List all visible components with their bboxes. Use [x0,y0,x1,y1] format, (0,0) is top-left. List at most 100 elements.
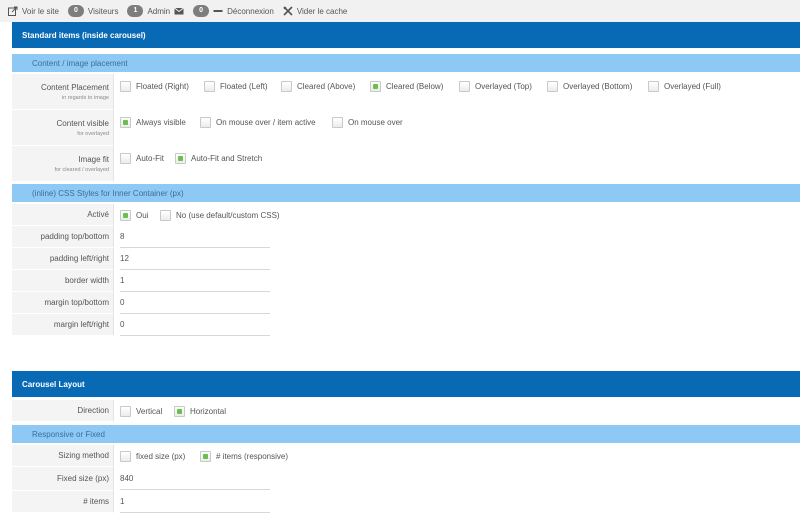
standard-items-header: Standard items (inside carousel) [12,22,800,48]
placement-checkbox-6[interactable] [648,81,659,92]
placement-option-cleared-below[interactable]: Cleared (Below) [370,81,459,92]
fixed-size-row: Fixed size (px) [12,467,800,491]
placement-option-label-5: Overlayed (Bottom) [563,82,633,91]
direction-label: Direction [12,400,114,422]
padding-top-bottom-row: padding top/bottom [12,226,800,248]
content-placement-label: Content Placement in regards to image [12,74,114,110]
direction-row: Direction Vertical Horizontal [12,400,800,422]
padding-left-right-input[interactable] [120,248,270,270]
padding-top-bottom-cell [114,226,800,248]
sizing-option-responsive[interactable]: # items (responsive) [200,450,289,462]
active-checkbox-0[interactable] [120,209,131,221]
fit-checkbox-0[interactable] [120,153,131,164]
placement-option-floated-right[interactable]: Floated (Right) [120,81,204,92]
image-fit-label-main: Image fit [78,154,109,164]
margin-top-bottom-input[interactable] [120,292,270,314]
direction-checkbox-1[interactable] [174,405,185,417]
responsive-fixed-subheader: Responsive or Fixed [12,425,800,443]
content-placement-row: Content Placement in regards to image Fl… [12,74,800,110]
visible-option-always[interactable]: Always visible [120,117,200,128]
padding-top-bottom-input[interactable] [120,226,270,248]
external-link-icon [8,6,18,16]
view-site-link[interactable]: Voir le site [8,6,59,16]
placement-checkbox-4[interactable] [459,81,470,92]
sizing-method-label-text: Sizing method [58,451,109,460]
placement-option-overlayed-bottom[interactable]: Overlayed (Bottom) [547,81,648,92]
margin-top-bottom-label: margin top/bottom [12,292,114,314]
border-width-input[interactable] [120,270,270,292]
direction-option-label-1: Horizontal [190,406,227,416]
active-option-yes[interactable]: Oui [120,209,160,221]
items-count-input[interactable] [120,491,270,513]
placement-option-floated-left[interactable]: Floated (Left) [204,81,281,92]
placement-checkbox-0[interactable] [120,81,131,92]
sizing-checkbox-0[interactable] [120,450,131,462]
padding-top-bottom-label: padding top/bottom [12,226,114,248]
content-placement-label-sub: in regards to image [61,94,109,101]
visible-option-mouse-over[interactable]: On mouse over [332,117,403,128]
fit-option-auto-stretch[interactable]: Auto-Fit and Stretch [175,153,262,164]
items-count-label-text: # items [83,497,109,506]
visitors-link[interactable]: 0 Visiteurs [67,5,119,17]
content-visible-label: Content visible for overlayed [12,110,114,146]
padding-left-right-cell [114,248,800,270]
visible-option-mouse-over-active[interactable]: On mouse over / item active [200,117,332,128]
clear-cache-link[interactable]: Vider le cache [283,6,347,16]
visible-option-label-1: On mouse over / item active [216,118,316,127]
placement-checkbox-2[interactable] [281,81,292,92]
placement-option-overlayed-full[interactable]: Overlayed (Full) [648,81,721,92]
direction-label-text: Direction [77,406,109,415]
active-checkbox-1[interactable] [160,209,171,221]
logout-link[interactable]: 0 Déconnexion [193,5,274,17]
content-placement-label-main: Content Placement [40,82,109,92]
admin-bar: Voir le site 0 Visiteurs 1 Admin 0 Décon… [0,0,800,22]
active-option-no[interactable]: No (use default/custom CSS) [160,209,280,221]
margin-left-right-input[interactable] [120,314,270,336]
placement-option-label-2: Cleared (Above) [297,82,356,91]
fit-checkbox-1[interactable] [175,153,186,164]
logout-label: Déconnexion [227,6,274,16]
border-width-label-text: border width [64,276,109,285]
visitors-label: Visiteurs [87,6,119,16]
visible-checkbox-2[interactable] [332,117,343,128]
margin-top-bottom-cell [114,292,800,314]
items-count-row: # items [12,491,800,513]
image-fit-options: Auto-Fit Auto-Fit and Stretch [114,146,800,182]
direction-option-vertical[interactable]: Vertical [120,405,174,417]
margin-top-bottom-row: margin top/bottom [12,292,800,314]
direction-option-horizontal[interactable]: Horizontal [174,405,227,417]
content-visible-label-sub: for overlayed [77,130,109,137]
placement-checkbox-5[interactable] [547,81,558,92]
sizing-option-fixed[interactable]: fixed size (px) [120,450,200,462]
placement-option-overlayed-top[interactable]: Overlayed (Top) [459,81,547,92]
sizing-method-label: Sizing method [12,445,114,467]
border-width-cell [114,270,800,292]
admin-link[interactable]: 1 Admin [127,5,184,17]
standard-items-title: Standard items (inside carousel) [22,30,146,40]
admin-label: Admin [147,6,171,16]
placement-option-label-6: Overlayed (Full) [664,82,721,91]
margin-left-right-row: margin left/right [12,314,800,336]
placement-option-cleared-above[interactable]: Cleared (Above) [281,81,370,92]
sizing-checkbox-1[interactable] [200,450,211,462]
placement-checkbox-1[interactable] [204,81,215,92]
active-options: Oui No (use default/custom CSS) [114,204,800,226]
active-label: Activé [12,204,114,226]
sizing-method-row: Sizing method fixed size (px) # items (r… [12,445,800,467]
sizing-option-label-1: # items (responsive) [216,451,289,461]
css-styles-subheader-title: (inline) CSS Styles for Inner Container … [32,188,184,198]
visible-option-label-0: Always visible [136,118,186,127]
placement-option-label-0: Floated (Right) [136,82,189,91]
visible-checkbox-0[interactable] [120,117,131,128]
content-visible-label-main: Content visible [56,118,109,128]
logout-count-badge: 0 [193,5,210,17]
fit-option-label-0: Auto-Fit [136,154,165,163]
placement-option-label-3: Cleared (Below) [386,82,444,91]
fixed-size-input[interactable] [120,468,270,490]
direction-checkbox-0[interactable] [120,405,131,417]
placement-checkbox-3[interactable] [370,81,381,92]
visible-option-label-2: On mouse over [348,118,403,127]
image-fit-label-sub: for cleared / overlayed [54,166,109,173]
fit-option-auto[interactable]: Auto-Fit [120,153,175,164]
visible-checkbox-1[interactable] [200,117,211,128]
